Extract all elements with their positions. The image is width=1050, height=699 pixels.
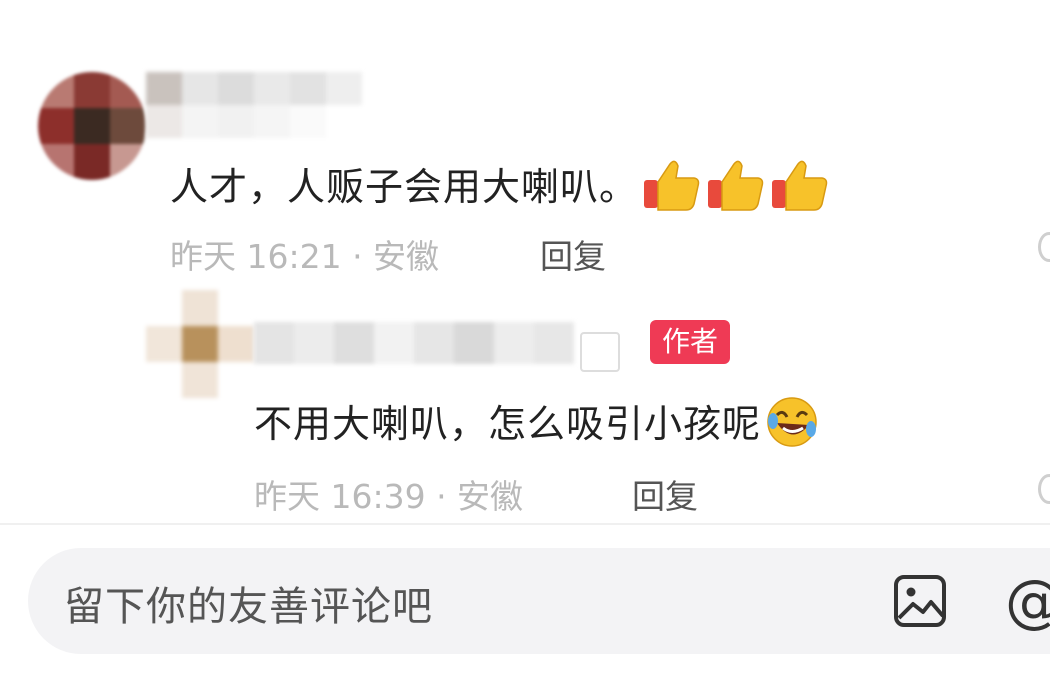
more-icon[interactable] xyxy=(1038,232,1050,262)
avatar[interactable] xyxy=(38,72,146,180)
image-icon[interactable] xyxy=(893,574,947,628)
author-badge: 作者 xyxy=(650,320,731,364)
username-blurred[interactable] xyxy=(146,72,362,138)
thumbs-up-icon xyxy=(706,158,766,221)
thumbs-up-icon xyxy=(770,158,830,221)
comment-text: 不用大喇叭，怎么吸引小孩呢 xyxy=(254,393,819,458)
at-icon[interactable]: @ xyxy=(1005,566,1050,636)
username-blurred[interactable] xyxy=(254,322,574,364)
comment-body: 不用大喇叭，怎么吸引小孩呢 xyxy=(254,402,762,446)
comment-screen: 人才，人贩子会用大喇叭。 昨天 16:21 · 安徽 回复 作者 不用大喇叭，怎… xyxy=(0,0,1050,699)
rolling-on-floor-laughing-icon xyxy=(765,395,819,458)
comment-text: 人才，人贩子会用大喇叭。 xyxy=(170,156,830,221)
comment-input-placeholder[interactable]: 留下你的友善评论吧 xyxy=(64,574,433,632)
more-icon[interactable] xyxy=(1038,474,1050,504)
comment-meta: 昨天 16:21 · 安徽 xyxy=(170,237,440,276)
level-icon xyxy=(580,332,620,372)
avatar[interactable] xyxy=(146,290,254,398)
reply-button[interactable]: 回复 xyxy=(540,230,606,278)
divider xyxy=(0,523,1050,525)
reply-button[interactable]: 回复 xyxy=(632,470,698,518)
comment-meta: 昨天 16:39 · 安徽 xyxy=(254,477,524,516)
comment-body: 人才，人贩子会用大喇叭。 xyxy=(170,165,639,209)
thumbs-up-icon xyxy=(642,158,702,221)
